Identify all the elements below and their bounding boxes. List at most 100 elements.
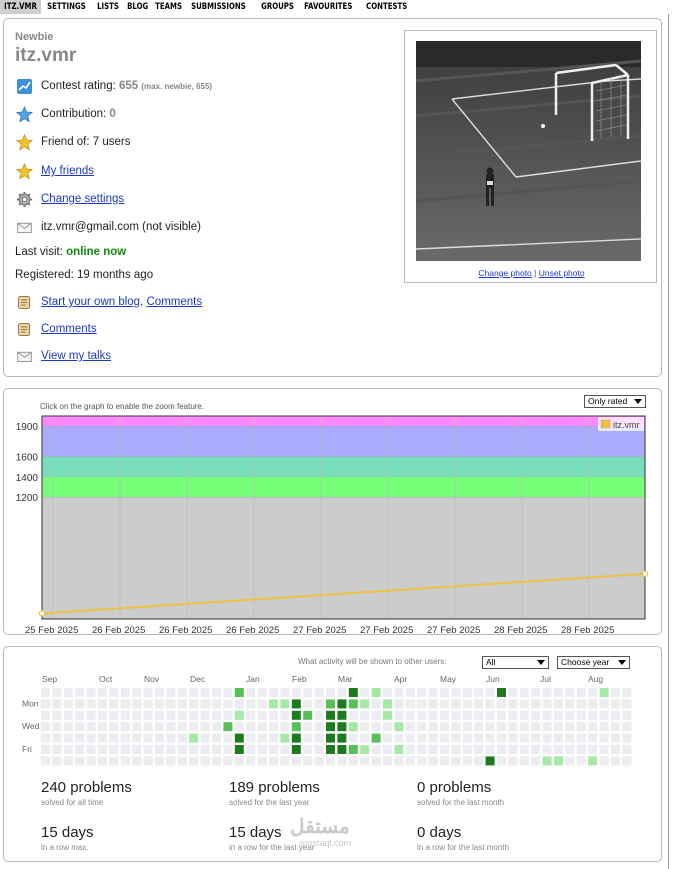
activity-cell <box>291 688 301 697</box>
activity-cell <box>314 710 324 720</box>
activity-cell <box>177 756 187 766</box>
activity-cell <box>428 722 438 732</box>
activity-cell <box>223 756 233 766</box>
activity-cell <box>576 710 586 720</box>
change-photo-link[interactable]: Change photo <box>478 268 531 278</box>
registered-text: Registered: 19 months ago <box>15 269 154 281</box>
activity-cell <box>337 688 347 697</box>
activity-cell <box>474 733 484 743</box>
email-text: itz.vmr@gmail.com (not visible) <box>41 221 201 233</box>
nav-settings[interactable]: SETTINGS <box>43 0 90 14</box>
watermark-logo: مستقل <box>290 816 350 838</box>
activity-cell <box>326 710 335 720</box>
activity-cell <box>223 745 233 754</box>
activity-cell <box>86 722 96 732</box>
stat-caption: solved for the last year <box>229 798 310 807</box>
start-blog-link[interactable]: Start your own blog <box>41 296 140 308</box>
unset-photo-link[interactable]: Unset photo <box>539 268 585 278</box>
activity-cell <box>565 699 575 709</box>
activity-cell <box>109 722 119 732</box>
activity-cell <box>519 699 529 709</box>
month-label: Aug <box>588 674 603 684</box>
activity-cell <box>565 756 575 766</box>
rating-chart[interactable]: 1200 1400 1600 1900 25 Feb 2025 26 Feb 2025 26… <box>4 389 659 634</box>
comments-inline-link[interactable]: Comments <box>147 296 203 308</box>
activity-cell <box>63 756 73 766</box>
activity-cell <box>497 733 506 743</box>
activity-cell <box>497 688 506 697</box>
nav-teams[interactable]: TEAMS <box>151 0 186 14</box>
activity-cell <box>428 688 438 697</box>
photo-separator: | <box>534 268 537 278</box>
view-talks-link[interactable]: View my talks <box>41 350 111 362</box>
activity-cell <box>383 710 392 720</box>
activity-cell <box>451 733 461 743</box>
activity-cell <box>405 745 415 754</box>
activity-cell <box>63 710 73 720</box>
stat-caption: in a row for the last month <box>417 843 510 852</box>
nav-blog[interactable]: BLOG <box>123 0 152 14</box>
activity-cell <box>622 710 632 720</box>
activity-cell <box>200 688 210 697</box>
activity-cell <box>98 722 107 732</box>
activity-cell <box>291 710 301 720</box>
activity-cell <box>462 710 472 720</box>
activity-cell <box>166 722 176 732</box>
nav-submissions[interactable]: SUBMISSIONS <box>187 0 250 14</box>
activity-cell <box>451 688 461 697</box>
nav-favourites[interactable]: FAVOURITES <box>300 0 356 14</box>
x-tick-label: 27 Feb 2025 <box>360 625 413 634</box>
activity-cell <box>462 688 472 697</box>
nav-handle[interactable]: ITZ.VMR <box>0 0 41 14</box>
activity-cell <box>86 733 96 743</box>
activity-cell <box>41 756 50 766</box>
activity-cell <box>497 722 506 732</box>
activity-cell <box>177 688 187 697</box>
activity-cell <box>337 722 347 732</box>
activity-cell <box>234 699 244 709</box>
rating-band-2 <box>42 456 645 477</box>
activity-visibility-select[interactable]: All <box>482 656 549 669</box>
my-friends-link[interactable]: My friends <box>41 165 94 177</box>
activity-cell <box>212 733 221 743</box>
activity-cell <box>599 745 609 754</box>
activity-cell <box>360 699 370 709</box>
contest-rating-value: 655 <box>119 80 139 92</box>
activity-cell <box>417 722 427 732</box>
activity-cell <box>234 688 244 697</box>
activity-cell <box>41 745 50 754</box>
nav-contests[interactable]: CONTESTS <box>362 0 411 14</box>
legend-label: itz.vmr <box>613 420 640 430</box>
activity-cell <box>348 699 358 709</box>
nav-groups[interactable]: GROUPS <box>257 0 298 14</box>
activity-cell <box>86 710 96 720</box>
activity-cell <box>485 756 495 766</box>
user-photo <box>416 41 641 261</box>
activity-cell <box>611 699 620 709</box>
change-settings-link[interactable]: Change settings <box>41 193 124 205</box>
activity-cell <box>405 722 415 732</box>
series-point <box>38 610 46 617</box>
comments-link[interactable]: Comments <box>41 323 97 335</box>
nav-lists[interactable]: LISTS <box>93 0 123 14</box>
stat-all-time: 240 problems solved for all time <box>41 779 132 807</box>
day-label: Fri <box>22 744 32 754</box>
activity-cell <box>622 745 632 754</box>
activity-cell <box>337 710 347 720</box>
activity-cell <box>371 699 381 709</box>
activity-cell <box>542 756 552 766</box>
activity-cell <box>303 733 313 743</box>
activity-cell <box>360 756 370 766</box>
activity-cell <box>132 699 142 709</box>
activity-cell <box>86 745 96 754</box>
year-select[interactable]: Choose year <box>557 656 630 669</box>
rating-band-4 <box>42 416 645 427</box>
photo-actions: Change photo | Unset photo <box>405 268 658 278</box>
activity-cell <box>257 688 267 697</box>
activity-cell <box>554 733 563 743</box>
activity-cell <box>440 733 449 743</box>
activity-cell <box>109 688 119 697</box>
activity-cell <box>462 722 472 732</box>
activity-cell <box>63 699 73 709</box>
envelope-icon <box>15 347 33 365</box>
